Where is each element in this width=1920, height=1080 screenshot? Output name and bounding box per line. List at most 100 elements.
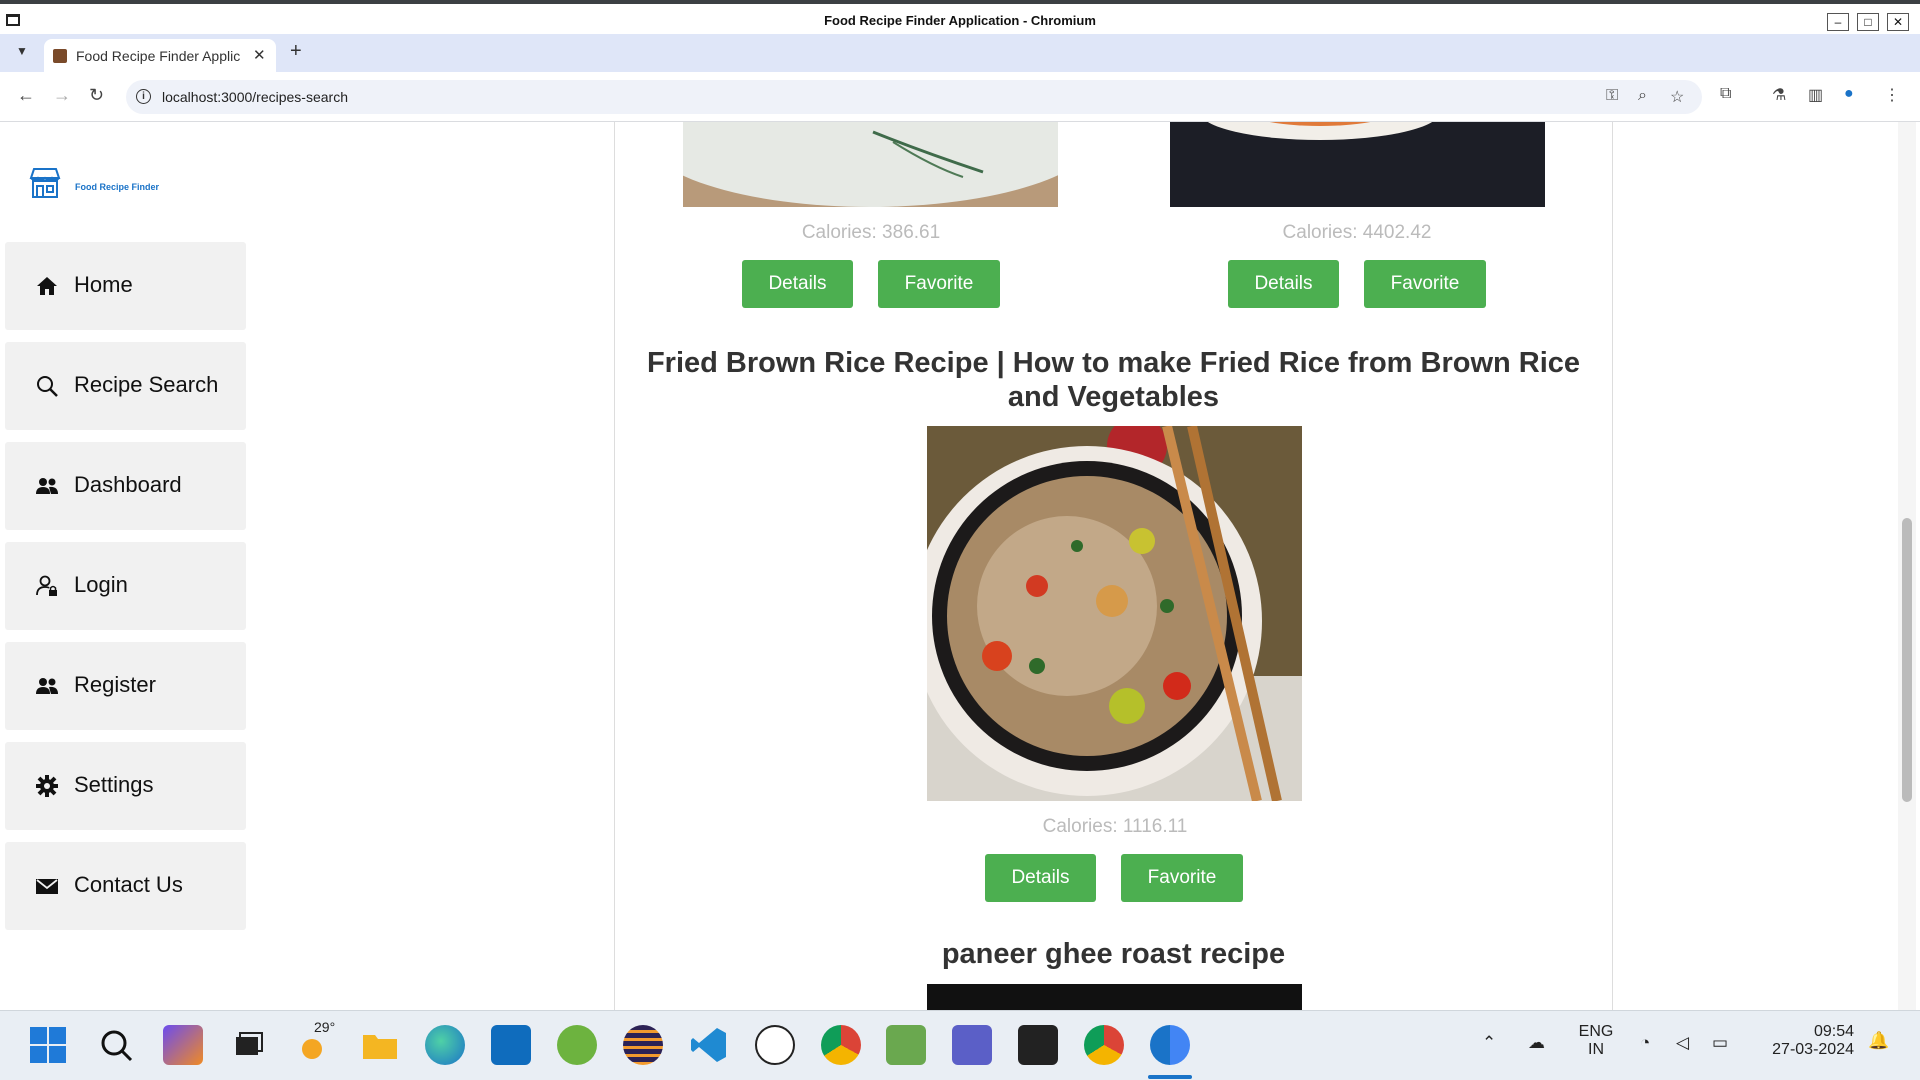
new-tab-button[interactable]: + [290,40,302,63]
tab-search-icon[interactable]: ▼ [16,44,28,58]
sidebar-item-contact-us[interactable]: Contact Us [5,842,246,930]
sidebar-item-settings[interactable]: Settings [5,742,246,830]
fried-rice-photo [927,426,1302,801]
url-text[interactable]: localhost:3000/recipes-search [162,89,348,105]
terminal-icon[interactable] [1018,1025,1058,1065]
home-icon [37,277,57,295]
recipe-calories: Calories: 1116.11 [1042,816,1188,837]
copilot-icon[interactable] [163,1025,203,1065]
details-button[interactable]: Details [742,260,853,308]
key-icon[interactable]: ⚿ [1606,87,1618,105]
sidebar-item-label: Recipe Search [74,372,219,397]
outlook-icon[interactable] [491,1025,531,1065]
file-explorer-icon[interactable] [360,1025,400,1065]
minimize-button[interactable]: – [1827,13,1849,31]
windows-logo-icon [30,1027,66,1063]
weather-icon[interactable]: 29° [294,1019,335,1065]
browser-tab[interactable]: Food Recipe Finder Applic ✕ [44,39,276,72]
recipe-image [683,122,1058,207]
recipe-image [927,426,1302,801]
page-scrollbar[interactable] [1898,122,1916,1010]
envelope-icon [36,879,58,894]
favorite-button[interactable]: Favorite [1364,260,1486,308]
panda-app-icon[interactable] [755,1025,795,1065]
language-code: ENG [1578,1023,1614,1040]
tab-close-icon[interactable]: ✕ [253,46,266,64]
window-titlebar: Food Recipe Finder Application - Chromiu… [0,0,1920,34]
weather-temp: 29° [314,1019,336,1035]
back-icon[interactable]: ← [17,85,35,106]
edge-icon[interactable] [425,1025,465,1065]
chrome-linux-icon[interactable] [1084,1025,1124,1065]
chrome-icon[interactable] [821,1025,861,1065]
search-icon [37,376,58,397]
sidebar-item-home[interactable]: Home [5,242,246,330]
favorite-button[interactable]: Favorite [1121,854,1243,902]
taskbar: 29° ⌃ ☁ ENG IN ◔ ◁ ▭ 09:54 27-03-2024 🔔 [0,1010,1920,1080]
logo-text: Food Recipe Finder [75,182,160,192]
recipe-image [927,984,1302,1010]
users-icon [36,678,58,694]
forward-icon[interactable]: → [53,85,71,106]
language-indicator[interactable]: ENG IN [1578,1023,1614,1059]
profile-icon[interactable]: ● [1844,85,1854,103]
clock-date: 27-03-2024 [1772,1041,1854,1058]
spring-tools-icon[interactable] [557,1025,597,1065]
clock[interactable]: 09:54 27-03-2024 [1758,1023,1854,1059]
notification-bell-icon[interactable]: 🔔 [1868,1031,1889,1051]
region-code: IN [1588,1041,1604,1058]
favorite-button[interactable]: Favorite [878,260,1000,308]
active-app-indicator [1148,1075,1192,1079]
wifi-icon[interactable]: ◔ [1640,1033,1650,1053]
tab-strip: ▼ Food Recipe Finder Applic ✕ + [0,34,1920,72]
sidebar-item-label: Contact Us [74,872,183,897]
chromium-icon[interactable] [1150,1025,1190,1065]
sidebar-item-dashboard[interactable]: Dashboard [5,442,246,530]
sidebar: Food Recipe Finder Home Recipe Search Da… [5,122,615,1010]
bookmark-star-icon[interactable]: ☆ [1670,87,1684,107]
close-window-button[interactable]: ✕ [1887,13,1909,31]
vscode-icon[interactable] [689,1025,729,1065]
sidebar-item-label: Settings [74,772,154,797]
sidebar-item-register[interactable]: Register [5,642,246,730]
side-panel-icon[interactable]: ▥ [1808,85,1823,105]
reload-icon[interactable]: ↻ [89,85,104,106]
tray-overflow-icon[interactable]: ⌃ [1482,1033,1496,1053]
sidebar-item-label: Dashboard [74,472,182,497]
folder-glyph [363,1035,397,1059]
teams-icon[interactable] [952,1025,992,1065]
extensions-icon[interactable]: ⧉ [1720,85,1731,103]
sidebar-item-login[interactable]: Login [5,542,246,630]
task-view-glyph [236,1032,263,1055]
eclipse-icon[interactable] [623,1025,663,1065]
gear-icon [36,775,58,797]
app-logo[interactable]: Food Recipe Finder [28,166,159,205]
details-button[interactable]: Details [1228,260,1339,308]
details-button[interactable]: Details [985,854,1096,902]
task-view-icon[interactable] [228,1025,268,1065]
site-info-icon[interactable]: i [136,89,151,104]
tab-title: Food Recipe Finder Applic [76,48,241,64]
sidebar-item-label: Login [74,572,128,597]
onedrive-icon[interactable]: ☁ [1528,1033,1545,1053]
battery-icon[interactable]: ▭ [1712,1033,1728,1053]
address-bar[interactable]: i localhost:3000/recipes-search ⚿ ⌕ ☆ [126,80,1702,114]
maximize-button[interactable]: □ [1857,13,1879,31]
sidebar-item-label: Home [74,272,133,297]
menu-icon[interactable]: ⋮ [1884,85,1900,105]
volume-icon[interactable]: ◁ [1676,1033,1689,1053]
recipe-title: paneer ghee roast recipe [941,938,1286,970]
recipe-title: Fried Brown Rice Recipe | How to make Fr… [646,347,1581,413]
start-icon[interactable] [28,1025,68,1065]
zoom-icon[interactable]: ⌕ [1638,87,1647,105]
clock-time: 09:54 [1813,1023,1854,1040]
labs-icon[interactable]: ⚗ [1772,85,1786,105]
users-icon [36,478,58,494]
browser-toolbar: ← → ↻ i localhost:3000/recipes-search ⚿ … [0,72,1920,122]
recipe-calories: Calories: 386.61 [801,222,941,243]
notepadqq-icon[interactable] [886,1025,926,1065]
search-icon[interactable] [96,1025,136,1065]
scrollbar-thumb[interactable] [1902,518,1912,802]
sidebar-item-recipe-search[interactable]: Recipe Search [5,342,246,430]
recipe-results: Calories: 386.61 Details Favorite Calori… [615,122,1612,1010]
